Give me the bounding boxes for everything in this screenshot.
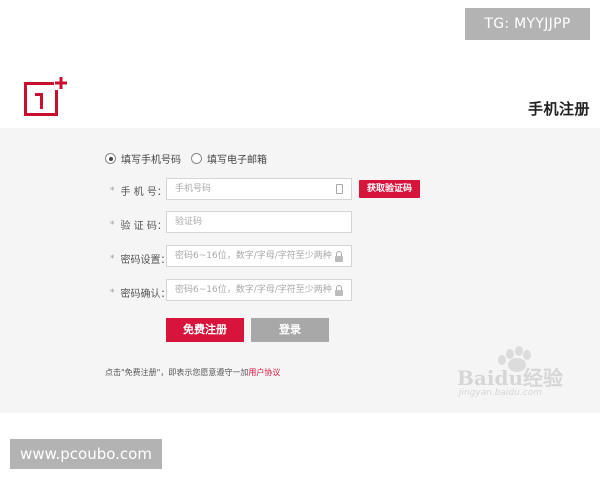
required-mark: * xyxy=(110,185,115,196)
password-placeholder: 密码6~16位，数字/字母/字符至少两种 xyxy=(175,251,332,261)
lock-icon xyxy=(335,251,343,262)
watermark-site: www.pcoubo.com xyxy=(10,439,162,469)
agreement-prefix: 点击"免费注册"，即表示您愿意遵守一加 xyxy=(105,368,249,377)
code-label: * 验 证 码： xyxy=(110,217,167,233)
phone-input[interactable]: 手机号码 xyxy=(166,178,352,200)
get-code-button[interactable]: 获取验证码 xyxy=(359,180,420,198)
radio-unselected-icon xyxy=(191,153,202,164)
oneplus-logo-icon xyxy=(24,76,68,116)
password-input[interactable]: 密码6~16位，数字/字母/字符至少两种 xyxy=(166,245,352,267)
watermark-badge: TG: MYYJJPP xyxy=(465,8,590,40)
agreement-text: 点击"免费注册"，即表示您愿意遵守一加用户协议 xyxy=(105,367,280,378)
baidu-watermark: Baidu经验 jingyan.baidu.com xyxy=(455,344,567,404)
login-button[interactable]: 登录 xyxy=(251,318,329,342)
baidu-url: jingyan.baidu.com xyxy=(459,388,543,398)
required-mark: * xyxy=(110,253,115,264)
password-confirm-input[interactable]: 密码6~16位，数字/字母/字符至少两种 xyxy=(166,279,352,301)
password-confirm-label-text: 密码确认： xyxy=(120,289,171,300)
brand-logo[interactable] xyxy=(24,76,68,120)
password-confirm-label: * 密码确认： xyxy=(110,285,171,301)
code-input[interactable]: 验证码 xyxy=(166,211,352,233)
password-confirm-placeholder: 密码6~16位，数字/字母/字符至少两种 xyxy=(175,285,332,295)
radio-phone-label: 填写手机号码 xyxy=(121,155,181,166)
page-title: 手机注册 xyxy=(527,100,590,118)
radio-phone[interactable]: 填写手机号码 xyxy=(105,151,181,166)
code-label-text: 验 证 码： xyxy=(120,221,167,232)
radio-selected-icon xyxy=(105,153,116,164)
required-mark: * xyxy=(110,219,115,230)
baidu-logo-text: Baidu经验 xyxy=(457,366,563,390)
register-button[interactable]: 免费注册 xyxy=(166,318,244,342)
phone-label: * 手 机 号： xyxy=(110,183,167,199)
required-mark: * xyxy=(110,287,115,298)
radio-email-label: 填写电子邮箱 xyxy=(207,155,267,166)
phone-icon xyxy=(336,184,343,194)
phone-label-text: 手 机 号： xyxy=(120,187,167,198)
password-label-text: 密码设置： xyxy=(120,255,171,266)
radio-email[interactable]: 填写电子邮箱 xyxy=(191,151,267,166)
password-label: * 密码设置： xyxy=(110,251,171,267)
lock-icon xyxy=(335,285,343,296)
user-agreement-link[interactable]: 用户协议 xyxy=(248,368,280,377)
phone-placeholder: 手机号码 xyxy=(175,184,212,194)
code-placeholder: 验证码 xyxy=(175,217,203,227)
